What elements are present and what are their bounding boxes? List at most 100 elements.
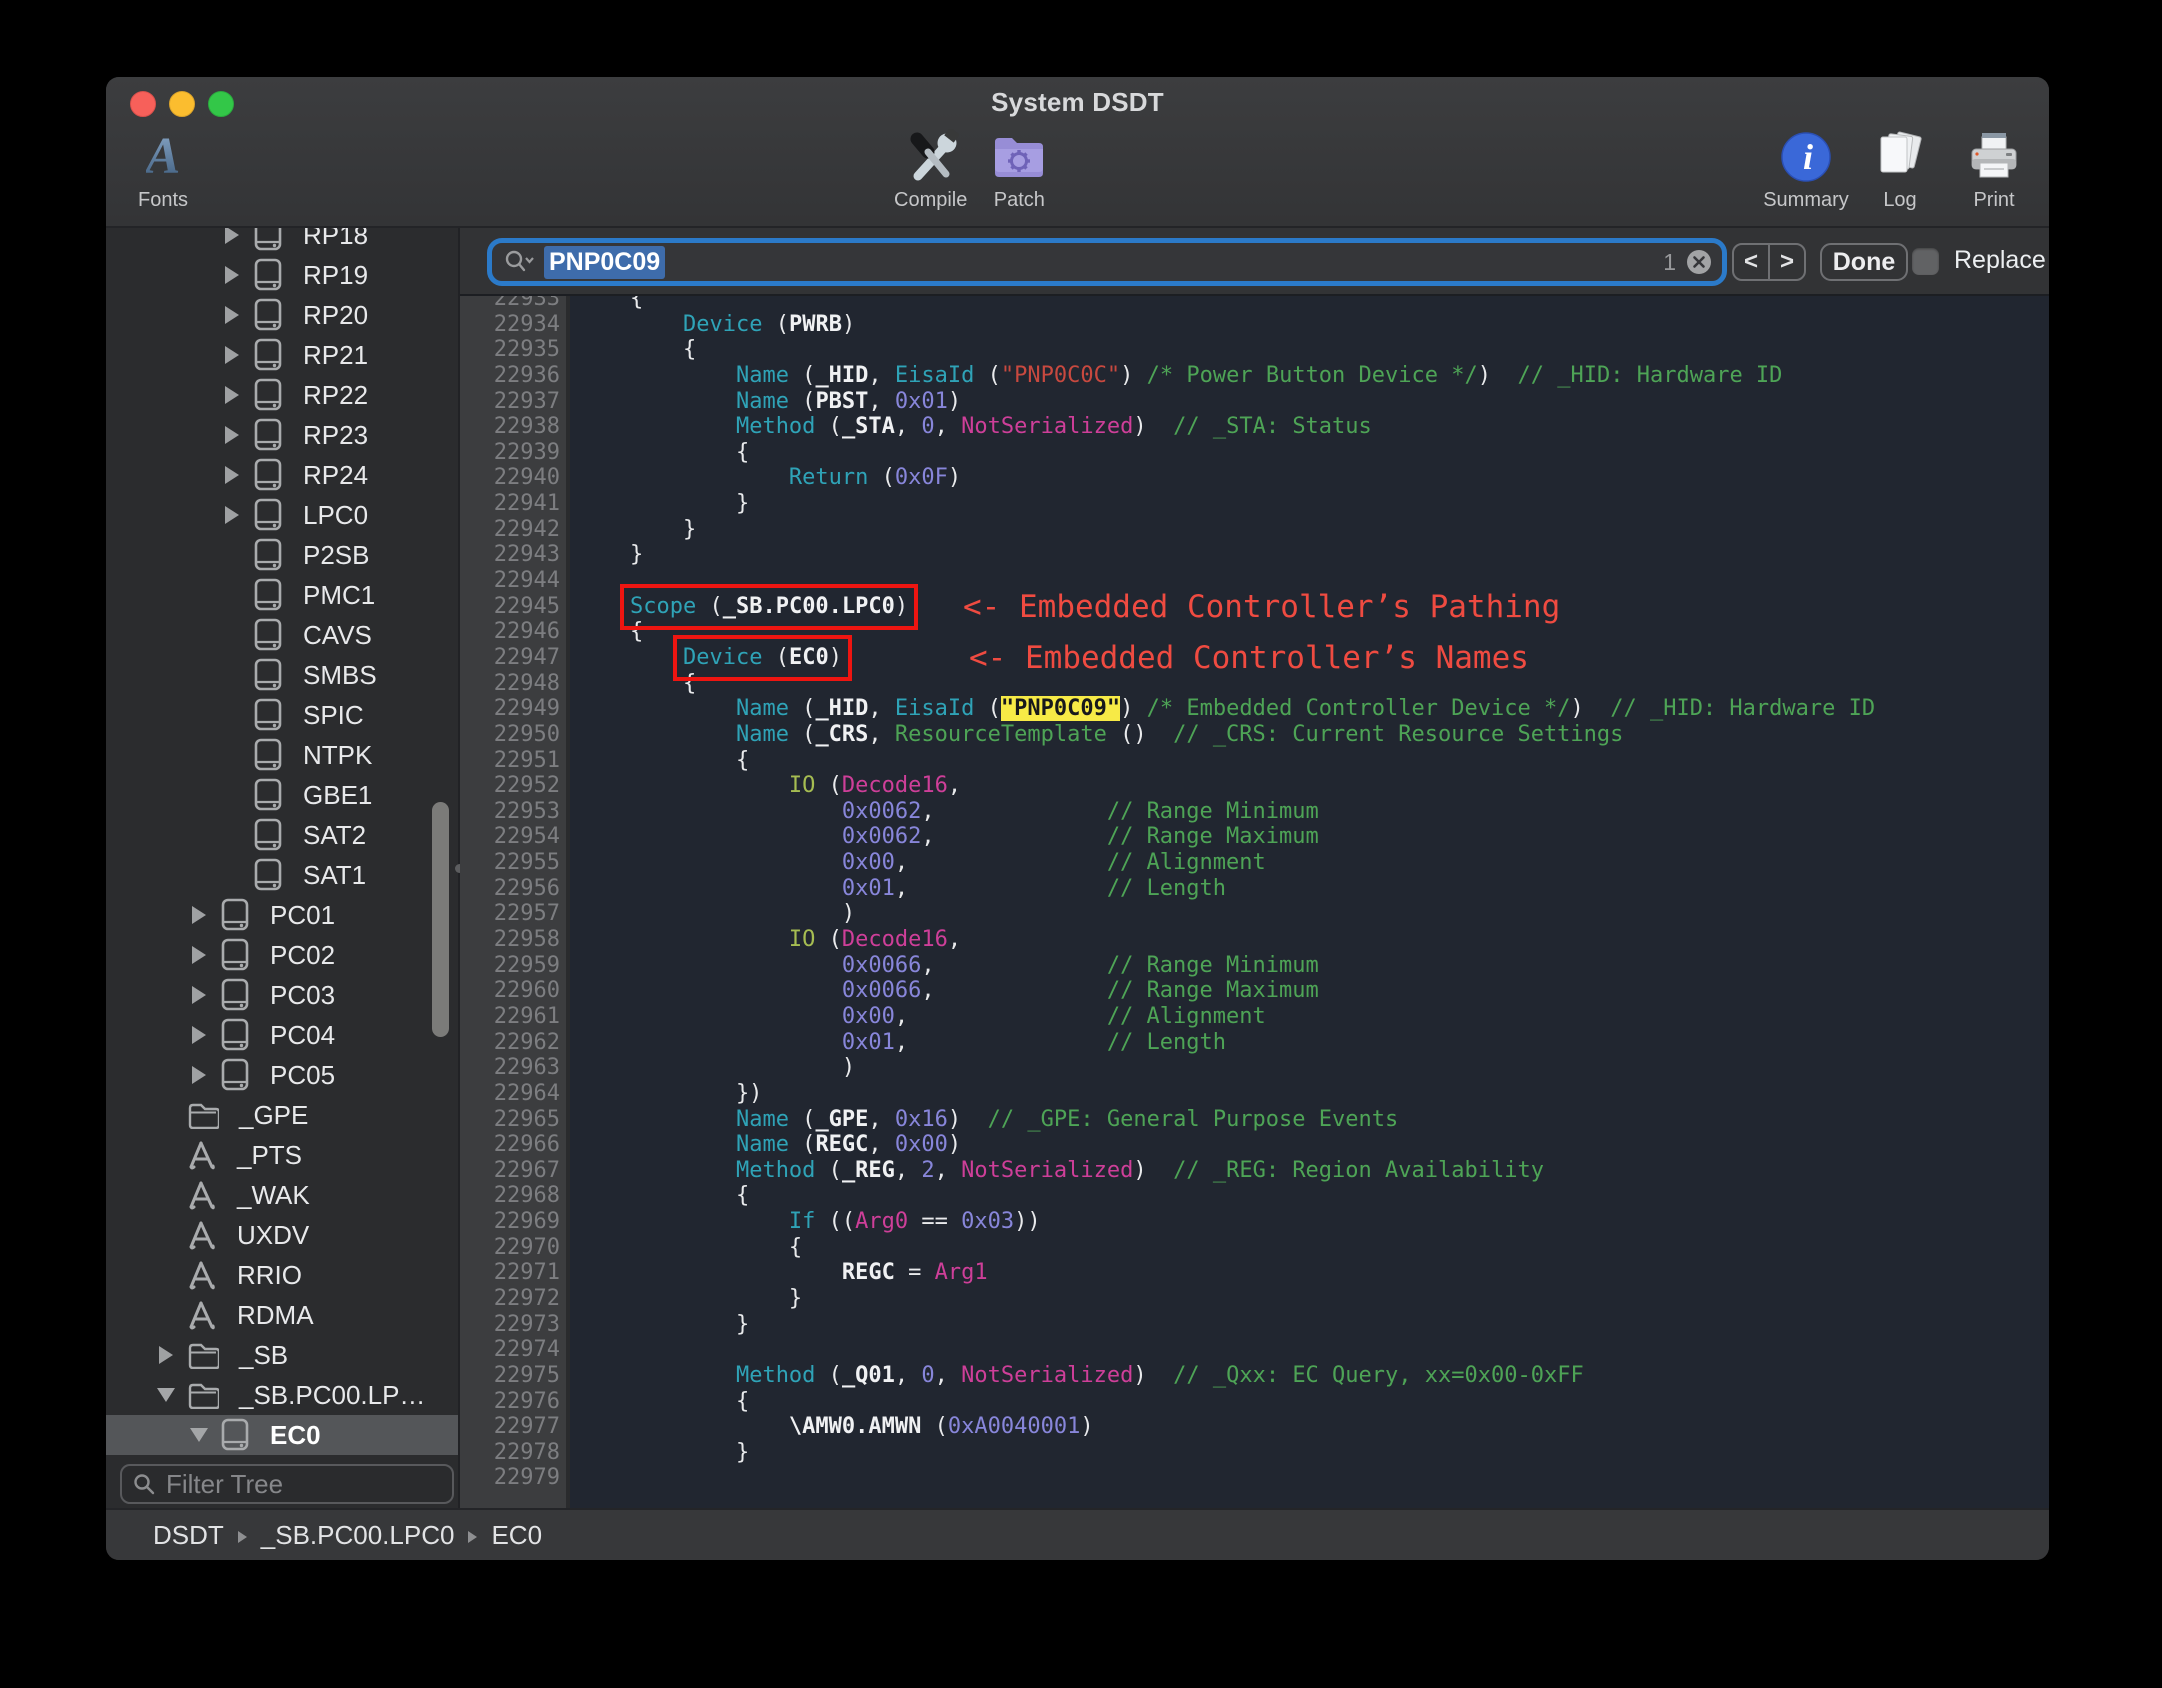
code-line: 22976 { bbox=[460, 1389, 2049, 1415]
code-line: 22972 } bbox=[460, 1286, 2049, 1312]
tree-item-_sbpc00lp[interactable]: _SB.PC00.LP… bbox=[106, 1375, 458, 1415]
tree-item-sat2[interactable]: SAT2 bbox=[106, 815, 458, 855]
log-button[interactable]: Log bbox=[1862, 129, 1938, 212]
compile-button[interactable]: Compile bbox=[894, 129, 967, 212]
filter-tree-input[interactable]: Filter Tree bbox=[120, 1464, 454, 1504]
tree-item-pmc1[interactable]: PMC1 bbox=[106, 575, 458, 615]
tree-item-label: GBE1 bbox=[303, 779, 373, 810]
line-content: 0x00, // Alignment bbox=[841, 1003, 1266, 1029]
tree-item-lpc0[interactable]: LPC0 bbox=[106, 495, 458, 535]
breadcrumb-item[interactable]: _SB.PC00.LPC0 bbox=[261, 1520, 455, 1550]
disclosure-right-icon[interactable] bbox=[219, 266, 245, 284]
disclosure-right-icon[interactable] bbox=[186, 946, 212, 964]
svg-text:i: i bbox=[1803, 137, 1813, 177]
device-icon bbox=[253, 258, 283, 292]
disclosure-right-icon[interactable] bbox=[186, 1026, 212, 1044]
annotation-pathing: <- Embedded Controller’s Pathing bbox=[963, 589, 1561, 625]
line-content: If ((Arg0 == 0x03)) bbox=[788, 1209, 1041, 1235]
breadcrumb-item[interactable]: EC0 bbox=[491, 1520, 542, 1550]
disclosure-down-icon[interactable] bbox=[186, 1428, 212, 1442]
tree-item-rrio[interactable]: RRIO bbox=[106, 1255, 458, 1295]
breadcrumb: DSDT _SB.PC00.LPC0 EC0 bbox=[153, 1520, 542, 1551]
search-menu-icon[interactable] bbox=[504, 249, 534, 275]
line-content: 0x01, // Length bbox=[841, 875, 1227, 901]
disclosure-right-icon[interactable] bbox=[219, 466, 245, 484]
tree-item-_wak[interactable]: _WAK bbox=[106, 1175, 458, 1215]
disclosure-right-icon[interactable] bbox=[186, 906, 212, 924]
tree-item-spic[interactable]: SPIC bbox=[106, 695, 458, 735]
print-button[interactable]: Print bbox=[1956, 129, 2032, 212]
find-nav-segment: < > bbox=[1732, 243, 1806, 281]
tree-item-_gpe[interactable]: _GPE bbox=[106, 1095, 458, 1135]
line-number: 22939 bbox=[493, 439, 560, 465]
tree-item-rp19[interactable]: RP19 bbox=[106, 255, 458, 295]
disclosure-right-icon[interactable] bbox=[186, 1066, 212, 1084]
patch-button[interactable]: Patch bbox=[991, 129, 1047, 212]
tree-item-rp18[interactable]: RP18 bbox=[106, 228, 458, 255]
tree-item-cavs[interactable]: CAVS bbox=[106, 615, 458, 655]
tree-item-smbs[interactable]: SMBS bbox=[106, 655, 458, 695]
find-previous-button[interactable]: < bbox=[1734, 245, 1768, 279]
fonts-button[interactable]: A Fonts bbox=[128, 129, 198, 212]
disclosure-right-icon[interactable] bbox=[153, 1346, 179, 1364]
device-icon bbox=[220, 898, 250, 932]
disclosure-right-icon[interactable] bbox=[186, 986, 212, 1004]
disclosure-down-icon[interactable] bbox=[153, 1388, 179, 1402]
disclosure-right-icon[interactable] bbox=[219, 426, 245, 444]
disclosure-right-icon[interactable] bbox=[219, 228, 245, 244]
line-number: 22973 bbox=[493, 1311, 560, 1337]
line-content: } bbox=[577, 516, 697, 542]
disclosure-right-icon[interactable] bbox=[219, 306, 245, 324]
line-content: 0x0066, // Range Minimum bbox=[841, 952, 1319, 978]
tree-item-rp24[interactable]: RP24 bbox=[106, 455, 458, 495]
code-line: 22974 bbox=[460, 1337, 2049, 1363]
tree-item-label: SMBS bbox=[303, 659, 377, 690]
tree-item-label: _WAK bbox=[237, 1179, 310, 1210]
disclosure-right-icon[interactable] bbox=[219, 506, 245, 524]
tree-item-gbe1[interactable]: GBE1 bbox=[106, 775, 458, 815]
tree-item-uxdv[interactable]: UXDV bbox=[106, 1215, 458, 1255]
tree-item-rp21[interactable]: RP21 bbox=[106, 335, 458, 375]
tree-item-pc02[interactable]: PC02 bbox=[106, 935, 458, 975]
tree-item-ec0[interactable]: EC0 bbox=[106, 1415, 458, 1455]
tree-item-label: RRIO bbox=[237, 1259, 302, 1290]
summary-button[interactable]: i Summary bbox=[1763, 129, 1849, 212]
find-input[interactable]: PNP0C09 1 bbox=[487, 238, 1727, 286]
tree-item-_sb[interactable]: _SB bbox=[106, 1335, 458, 1375]
line-number: 22970 bbox=[493, 1234, 560, 1260]
line-number: 22960 bbox=[493, 978, 560, 1004]
editor-pane: PNP0C09 1 < > Done Replace 22933 {22934… bbox=[460, 228, 2049, 1508]
tree-item-rp20[interactable]: RP20 bbox=[106, 295, 458, 335]
tree-item-p2sb[interactable]: P2SB bbox=[106, 535, 458, 575]
breadcrumb-separator-icon bbox=[237, 1530, 247, 1543]
tree-item-pc05[interactable]: PC05 bbox=[106, 1055, 458, 1095]
code-line: 22938 Method (_STA, 0, NotSerialized) //… bbox=[460, 414, 2049, 440]
tree-item-rp22[interactable]: RP22 bbox=[106, 375, 458, 415]
device-icon bbox=[253, 538, 283, 572]
tree-item-pc03[interactable]: PC03 bbox=[106, 975, 458, 1015]
sidebar-scrollbar[interactable] bbox=[432, 802, 449, 1037]
replace-checkbox[interactable] bbox=[1912, 248, 1939, 275]
tree-item-pc04[interactable]: PC04 bbox=[106, 1015, 458, 1055]
device-icon bbox=[253, 778, 283, 812]
line-number: 22938 bbox=[493, 414, 560, 440]
breadcrumb-separator-icon bbox=[468, 1530, 478, 1543]
log-icon bbox=[1872, 129, 1928, 185]
tree-item-_pts[interactable]: _PTS bbox=[106, 1135, 458, 1175]
tree-item-sat1[interactable]: SAT1 bbox=[106, 855, 458, 895]
line-number: 22937 bbox=[493, 388, 560, 414]
find-next-button[interactable]: > bbox=[1768, 245, 1804, 279]
tree-item-rp23[interactable]: RP23 bbox=[106, 415, 458, 455]
tree-item-pc01[interactable]: PC01 bbox=[106, 895, 458, 935]
tree-item-rdma[interactable]: RDMA bbox=[106, 1295, 458, 1335]
line-number: 22961 bbox=[493, 1003, 560, 1029]
code-line: 22935 { bbox=[460, 337, 2049, 363]
tree-item-ntpk[interactable]: NTPK bbox=[106, 735, 458, 775]
tree-item-label: EC0 bbox=[270, 1419, 321, 1450]
clear-search-icon[interactable] bbox=[1686, 249, 1712, 275]
breadcrumb-item[interactable]: DSDT bbox=[153, 1520, 224, 1550]
done-button[interactable]: Done bbox=[1820, 243, 1908, 281]
source-editor[interactable]: 22933 {22934 Device (PWRB) 22935 {22936 N… bbox=[460, 296, 2049, 1508]
disclosure-right-icon[interactable] bbox=[219, 346, 245, 364]
disclosure-right-icon[interactable] bbox=[219, 386, 245, 404]
